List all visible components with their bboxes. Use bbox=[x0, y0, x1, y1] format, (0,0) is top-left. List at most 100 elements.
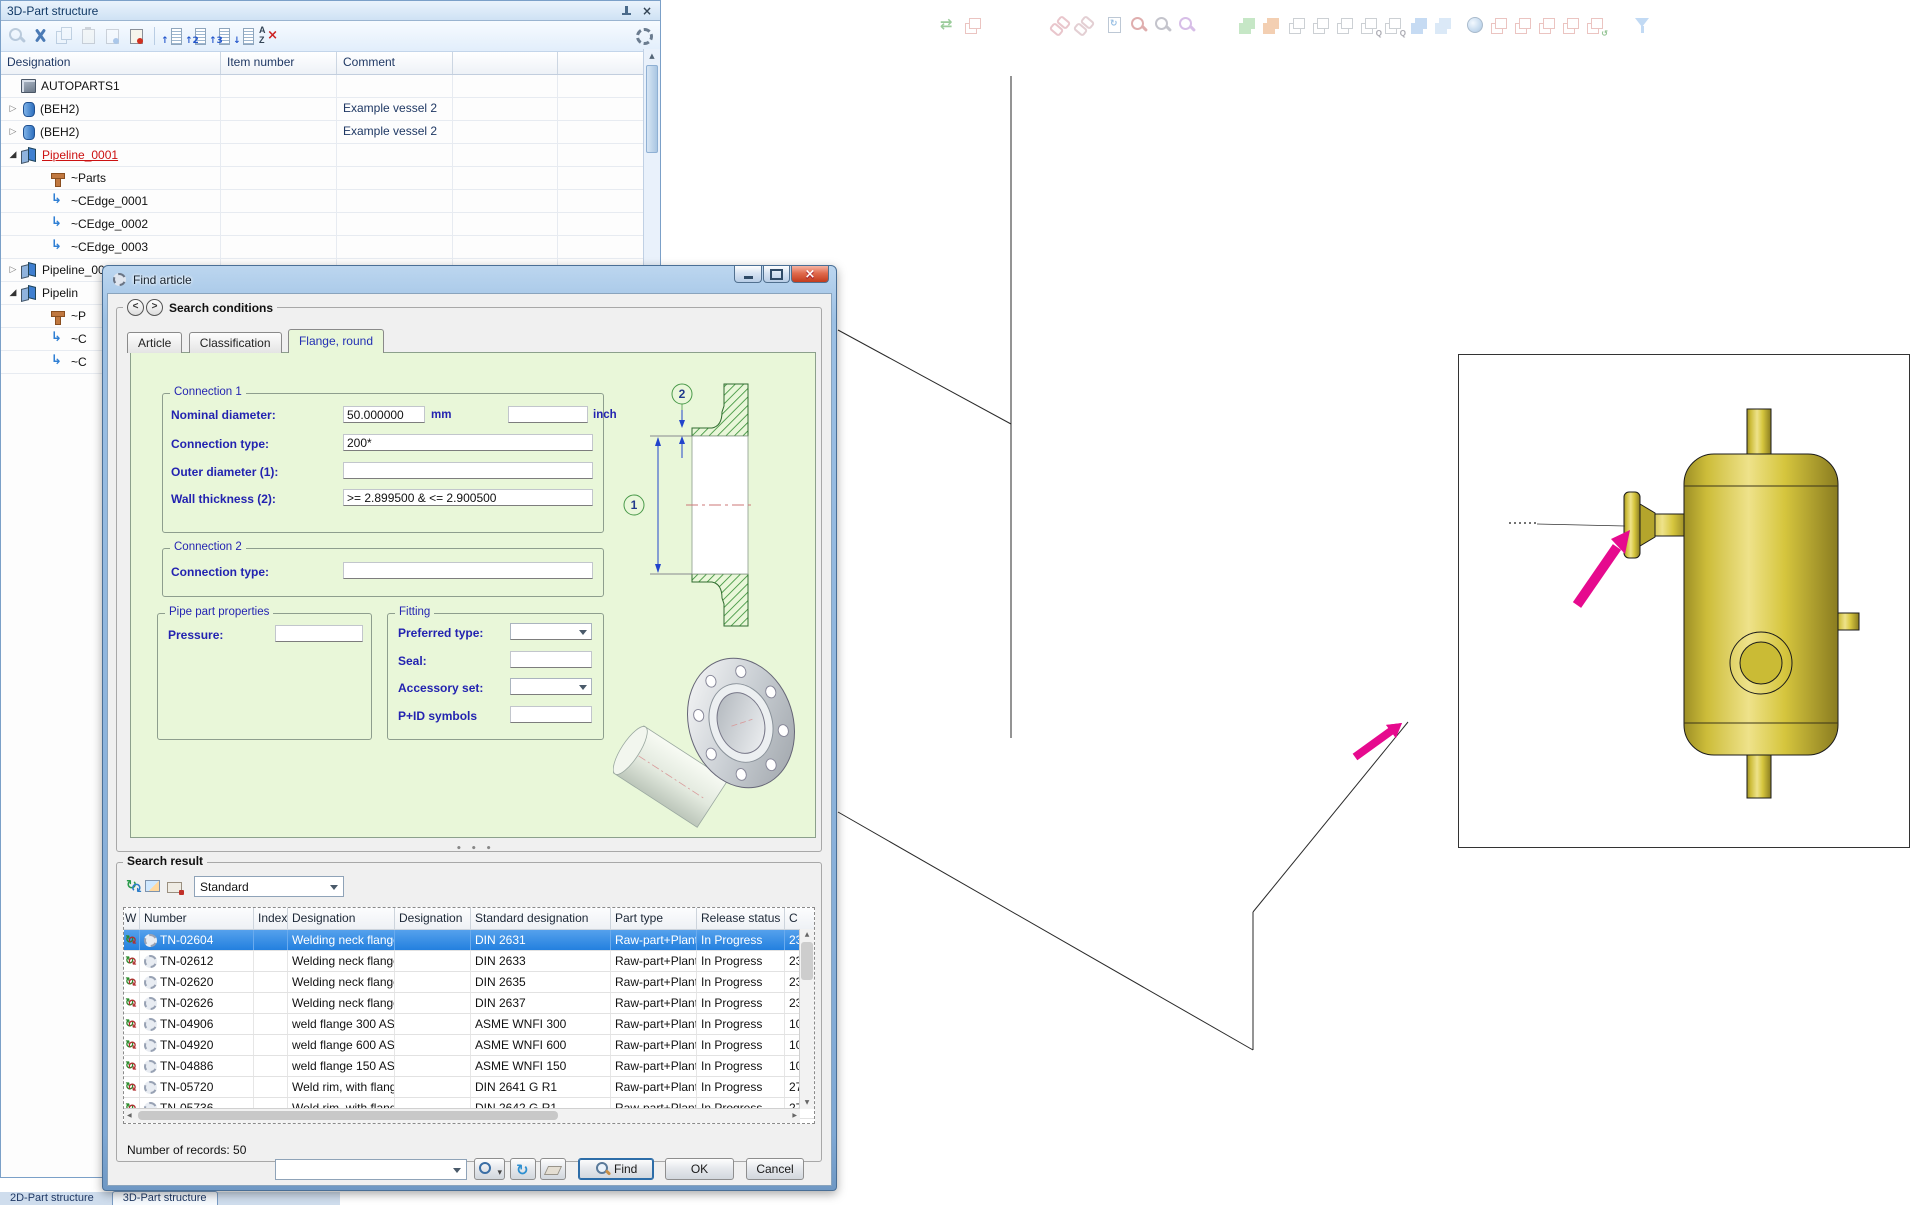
save-search-button[interactable] bbox=[474, 1158, 505, 1180]
blue-cube-light-icon[interactable] bbox=[1432, 14, 1454, 36]
connection-2-type-input[interactable] bbox=[343, 562, 593, 579]
globe-cube-icon[interactable] bbox=[1464, 14, 1486, 36]
dialog-title-bar[interactable]: Find article × bbox=[103, 266, 836, 293]
red-cube-icon[interactable] bbox=[962, 14, 984, 36]
tree-expander-icon[interactable] bbox=[5, 145, 21, 166]
maximize-button[interactable] bbox=[763, 266, 790, 283]
green-cube-icon[interactable] bbox=[1236, 14, 1258, 36]
tree-expander-icon[interactable] bbox=[5, 260, 21, 281]
result-column-header[interactable]: W bbox=[124, 908, 140, 929]
result-column-header[interactable]: Part type bbox=[611, 908, 697, 929]
3d-viewport[interactable] bbox=[1458, 354, 1910, 848]
find-button[interactable]: Find bbox=[578, 1158, 654, 1180]
result-row[interactable]: TN-02626Welding neck flangeDIN 2637Raw-p… bbox=[124, 993, 814, 1014]
view-select-combo[interactable]: Standard bbox=[194, 876, 344, 897]
saved-search-combo[interactable] bbox=[275, 1159, 467, 1180]
remove-sorting-icon[interactable]: × bbox=[256, 24, 280, 48]
scroll-right-icon[interactable]: ▶ bbox=[792, 1109, 797, 1122]
panel-title-bar[interactable]: 3D-Part structure × bbox=[1, 1, 660, 21]
tree-row[interactable]: (BEH2)Example vessel 2 bbox=[1, 98, 660, 121]
result-column-header[interactable]: Index bbox=[254, 908, 288, 929]
scrollbar-thumb[interactable] bbox=[801, 942, 813, 980]
chain-link-2-icon[interactable] bbox=[1072, 14, 1094, 36]
tab-flange-round[interactable]: Flange, round bbox=[288, 329, 384, 353]
expand-level-2-icon[interactable]: ↑2 bbox=[184, 24, 208, 48]
refresh-results-icon[interactable] bbox=[125, 878, 142, 895]
close-button[interactable]: × bbox=[791, 266, 829, 283]
tree-expander-icon[interactable] bbox=[5, 122, 21, 143]
scrollbar-thumb[interactable] bbox=[138, 1111, 558, 1120]
previous-condition-button[interactable] bbox=[127, 299, 144, 316]
document-refresh-icon[interactable] bbox=[1104, 14, 1126, 36]
preview-icon[interactable] bbox=[142, 876, 164, 896]
search-gear-icon[interactable] bbox=[1128, 14, 1150, 36]
tree-row[interactable]: ~Parts bbox=[1, 167, 660, 190]
red-cube-4-icon[interactable] bbox=[1560, 14, 1582, 36]
result-row[interactable]: TN-04886weld flange 150 ASMASME WNFI 150… bbox=[124, 1056, 814, 1077]
tree-row[interactable]: ~CEdge_0002 bbox=[1, 213, 660, 236]
outer-diameter-input[interactable] bbox=[343, 462, 593, 479]
result-row[interactable]: TN-02620Welding neck flangeDIN 2635Raw-p… bbox=[124, 972, 814, 993]
scroll-left-icon[interactable]: ◀ bbox=[127, 1109, 132, 1122]
search-icon[interactable] bbox=[1152, 14, 1174, 36]
seal-input[interactable] bbox=[510, 651, 592, 668]
preferred-type-dropdown[interactable] bbox=[510, 623, 592, 640]
tree-row[interactable]: ~CEdge_0001 bbox=[1, 190, 660, 213]
pressure-input[interactable] bbox=[275, 625, 363, 642]
paste-contents-icon[interactable] bbox=[125, 24, 149, 48]
column-header-comment[interactable]: Comment bbox=[337, 52, 453, 74]
search-icon[interactable] bbox=[5, 24, 29, 48]
column-header-designation[interactable]: Designation bbox=[1, 52, 221, 74]
cut-icon[interactable] bbox=[29, 24, 53, 48]
wall-thickness-input[interactable] bbox=[343, 489, 593, 506]
result-row[interactable]: TN-04920weld flange 600 ASMASME WNFI 600… bbox=[124, 1035, 814, 1056]
connection-type-input[interactable] bbox=[343, 434, 593, 451]
blue-cube-icon[interactable] bbox=[1408, 14, 1430, 36]
nominal-diameter-mm-input[interactable] bbox=[343, 406, 425, 423]
expand-all-icon[interactable]: ↓ bbox=[232, 24, 256, 48]
top-nozzle[interactable] bbox=[1747, 409, 1771, 459]
search-purple-icon[interactable] bbox=[1176, 14, 1198, 36]
result-row[interactable]: TN-04906weld flange 300 ASMASME WNFI 300… bbox=[124, 1014, 814, 1035]
result-column-header[interactable]: Designation bbox=[395, 908, 471, 929]
scroll-down-icon[interactable]: ▼ bbox=[800, 1097, 814, 1109]
tab-article[interactable]: Article bbox=[127, 332, 182, 353]
result-row[interactable]: TN-02604Welding neck flangeDIN 2631Raw-p… bbox=[124, 930, 814, 951]
cube-wire-2-icon[interactable] bbox=[1310, 14, 1332, 36]
tab-2d-part-structure[interactable]: 2D-Part structure bbox=[0, 1192, 104, 1205]
nominal-diameter-inch-input[interactable] bbox=[508, 406, 588, 423]
result-horizontal-scrollbar[interactable]: ◀ ▶ bbox=[124, 1108, 800, 1123]
tree-row[interactable]: (BEH2)Example vessel 2 bbox=[1, 121, 660, 144]
copy-icon[interactable] bbox=[53, 24, 77, 48]
paste-icon[interactable] bbox=[77, 24, 101, 48]
result-vertical-scrollbar[interactable]: ▲ ▼ bbox=[799, 929, 814, 1109]
scroll-up-icon[interactable]: ▲ bbox=[800, 929, 814, 941]
cube-q1-icon[interactable]: Q bbox=[1358, 14, 1380, 36]
result-row[interactable]: TN-02612Welding neck flangeDIN 2633Raw-p… bbox=[124, 951, 814, 972]
column-header-item-number[interactable]: Item number bbox=[221, 52, 337, 74]
chain-link-icon[interactable] bbox=[1048, 14, 1070, 36]
tree-expander-icon[interactable] bbox=[5, 99, 21, 120]
splitter-grip[interactable]: • • • bbox=[456, 845, 495, 854]
right-nozzle[interactable] bbox=[1835, 613, 1859, 630]
pin-icon[interactable] bbox=[620, 5, 632, 17]
collapse-all-icon[interactable]: ↑ bbox=[160, 24, 184, 48]
red-cube-arrow-icon[interactable]: ↺ bbox=[1584, 14, 1606, 36]
expand-level-3-icon[interactable]: ↑3 bbox=[208, 24, 232, 48]
tree-row[interactable]: AUTOPARTS1 bbox=[1, 75, 660, 98]
gear-icon[interactable] bbox=[632, 24, 656, 48]
next-condition-button[interactable] bbox=[146, 299, 163, 316]
tree-row[interactable]: ~CEdge_0003 bbox=[1, 236, 660, 259]
tab-classification[interactable]: Classification bbox=[189, 332, 282, 353]
reset-button[interactable] bbox=[510, 1158, 536, 1180]
scrollbar-thumb[interactable] bbox=[646, 65, 658, 153]
red-cube-1-icon[interactable] bbox=[1488, 14, 1510, 36]
result-row[interactable]: TN-05720Weld rim, with flangDIN 2641 G R… bbox=[124, 1077, 814, 1098]
swap-parts-icon[interactable] bbox=[938, 14, 960, 36]
cube-wire-3-icon[interactable] bbox=[1334, 14, 1356, 36]
result-column-header[interactable]: Release status bbox=[697, 908, 785, 929]
accessory-set-dropdown[interactable] bbox=[510, 678, 592, 695]
red-cube-2-icon[interactable] bbox=[1512, 14, 1534, 36]
vessel-body[interactable] bbox=[1684, 454, 1838, 755]
result-column-header[interactable]: Designation bbox=[288, 908, 395, 929]
